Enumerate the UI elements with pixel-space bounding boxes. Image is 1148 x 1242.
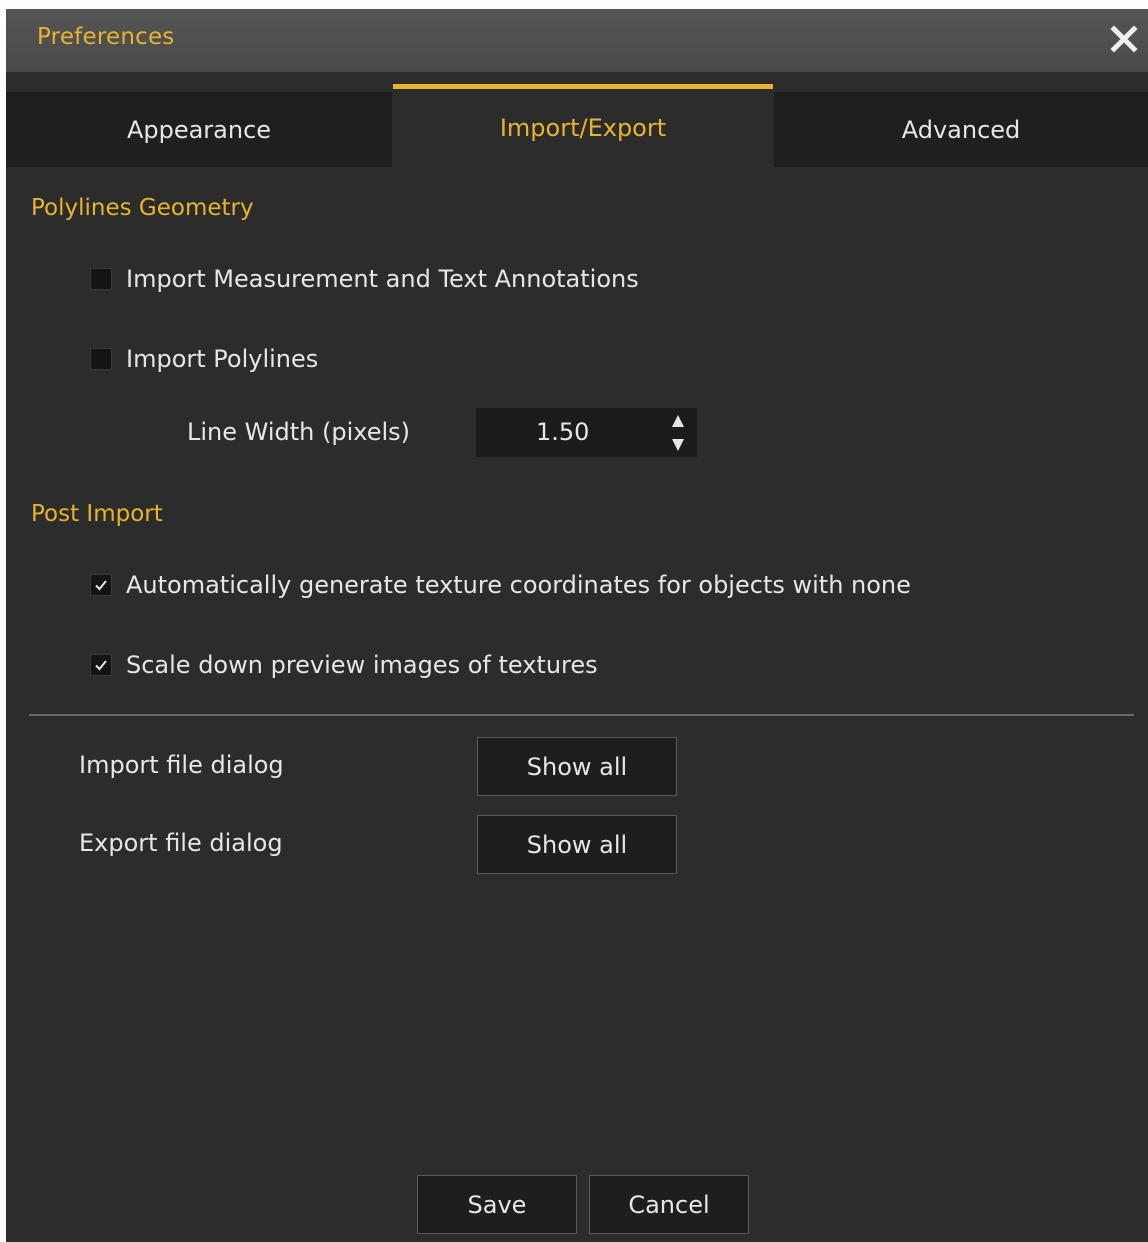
window-title: Preferences (37, 24, 175, 50)
tab-advanced[interactable]: Advanced (774, 92, 1148, 167)
import-show-all-button[interactable]: Show all (477, 737, 677, 796)
checkmark-icon (95, 580, 107, 591)
auto-texcoords-label: Automatically generate texture coordinat… (126, 571, 911, 599)
import-annotations-checkbox[interactable]: Import Measurement and Text Annotations (90, 265, 639, 293)
title-bar[interactable]: Preferences (6, 9, 1148, 72)
spin-arrows[interactable] (669, 412, 687, 454)
export-show-all-label: Show all (526, 830, 628, 859)
checkbox-box[interactable] (90, 654, 112, 676)
export-show-all-button[interactable]: Show all (477, 815, 677, 874)
scale-previews-label: Scale down preview images of textures (126, 651, 598, 679)
scale-previews-checkbox[interactable]: Scale down preview images of textures (90, 651, 598, 679)
checkbox-box[interactable] (90, 574, 112, 596)
checkmark-icon (95, 660, 107, 671)
line-width-value[interactable]: 1.50 (536, 418, 589, 446)
preferences-dialog: Preferences Appearance Import/Export Adv… (6, 9, 1148, 1242)
save-label: Save (467, 1190, 527, 1219)
save-button[interactable]: Save (417, 1175, 577, 1234)
close-button[interactable] (1106, 21, 1142, 57)
import-polylines-label: Import Polylines (126, 345, 319, 373)
import-annotations-label: Import Measurement and Text Annotations (126, 265, 639, 293)
checkbox-box[interactable] (90, 268, 112, 290)
line-width-label: Line Width (pixels) (187, 418, 411, 446)
import-dialog-label: Import file dialog (79, 751, 284, 779)
section-divider (29, 714, 1134, 716)
export-dialog-label: Export file dialog (79, 829, 283, 857)
post-import-section-title: Post Import (31, 501, 163, 527)
spin-arrows-icon[interactable] (669, 412, 687, 454)
tab-advanced-label: Advanced (901, 115, 1021, 144)
import-show-all-label: Show all (526, 752, 628, 781)
tab-import-export[interactable]: Import/Export (393, 84, 773, 162)
cancel-button[interactable]: Cancel (589, 1175, 749, 1234)
tab-appearance-label: Appearance (126, 115, 272, 144)
close-icon (1110, 25, 1138, 53)
tab-appearance[interactable]: Appearance (6, 92, 392, 167)
line-width-spinbox[interactable]: 1.50 (476, 408, 697, 457)
cancel-label: Cancel (628, 1190, 710, 1219)
checkbox-box[interactable] (90, 348, 112, 370)
tab-bar: Appearance Import/Export Advanced (6, 81, 1148, 167)
auto-texcoords-checkbox[interactable]: Automatically generate texture coordinat… (90, 571, 911, 599)
import-polylines-checkbox[interactable]: Import Polylines (90, 345, 318, 373)
tab-import-export-label: Import/Export (499, 114, 667, 142)
polylines-section-title: Polylines Geometry (31, 195, 254, 221)
